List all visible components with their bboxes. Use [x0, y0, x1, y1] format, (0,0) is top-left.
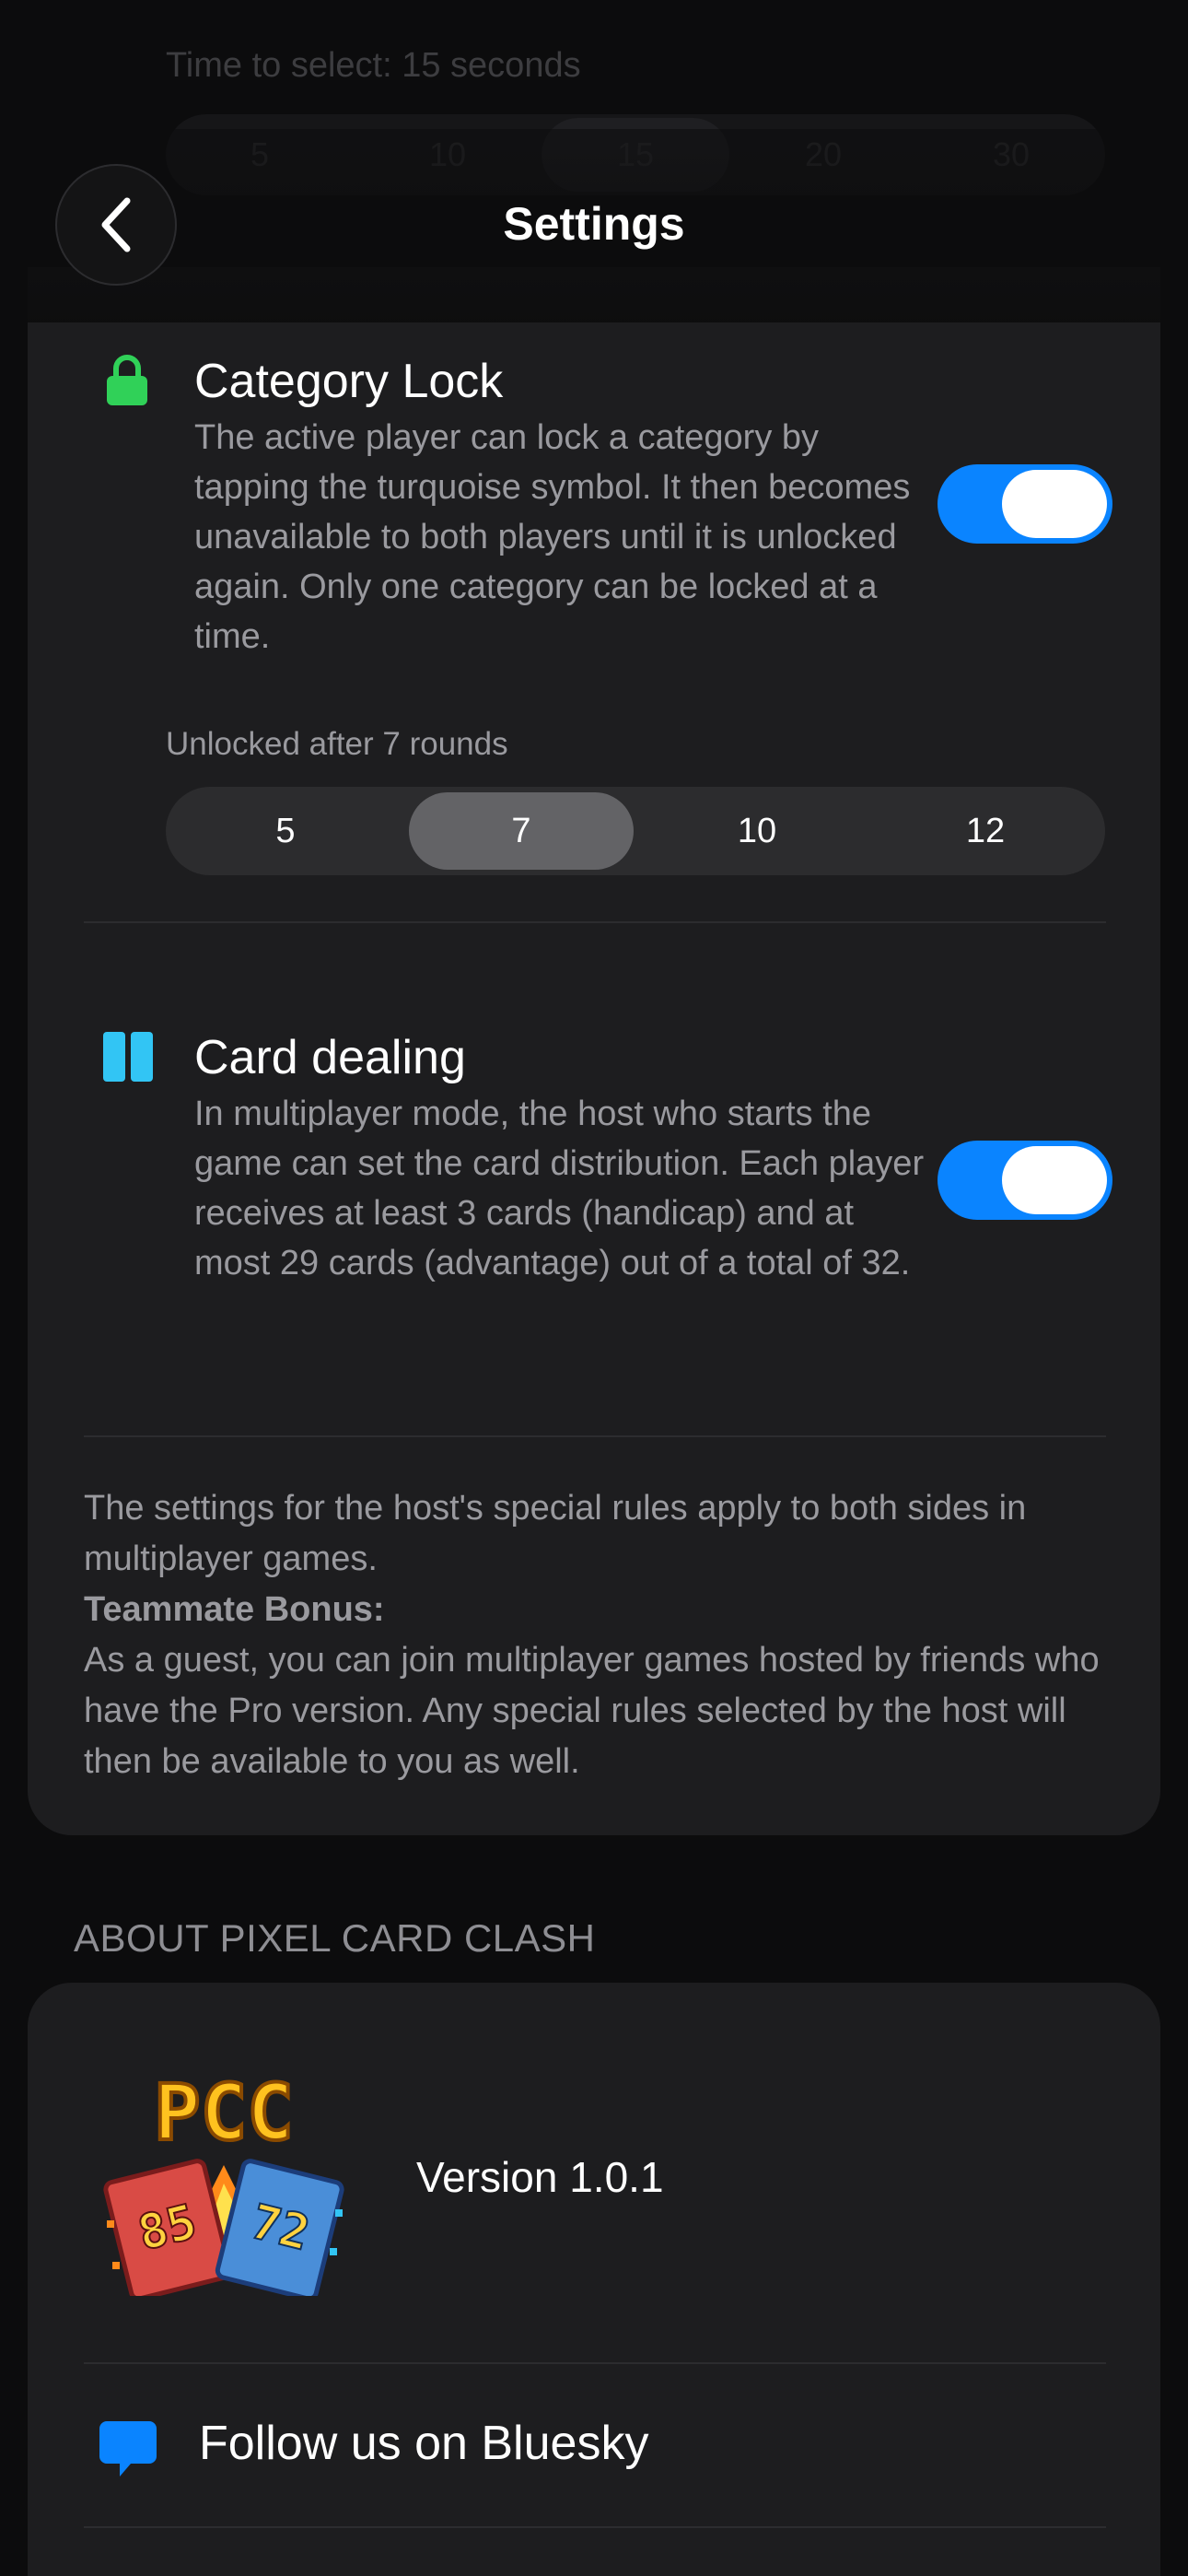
follow-bluesky-label: Follow us on Bluesky	[199, 2417, 649, 2470]
rounds-option-12[interactable]: 12	[871, 792, 1100, 870]
cards-icon	[103, 1032, 153, 1082]
follow-bluesky-link[interactable]: Follow us on Bluesky	[28, 2386, 1160, 2506]
rounds-option-7[interactable]: 7	[409, 792, 634, 870]
category-lock-description: The active player can lock a category by…	[194, 418, 911, 656]
unlock-rounds-label: Unlocked after 7 rounds	[166, 726, 508, 762]
toggle-knob	[1002, 1146, 1107, 1214]
divider	[84, 921, 1106, 923]
about-section-header: ABOUT PIXEL CARD CLASH	[74, 1916, 596, 1960]
category-lock-toggle[interactable]	[938, 464, 1112, 544]
app-version: Version 1.0.1	[416, 2153, 664, 2201]
settings-screen: Time to select: 15 seconds 5 10 15 20 30…	[0, 0, 1188, 2576]
lock-icon	[107, 355, 147, 405]
footer-text-host-rules: The settings for the host's special rule…	[84, 1489, 1027, 1578]
chat-bubble-icon	[99, 2421, 157, 2476]
app-logo: 85 72 PCC	[103, 2066, 344, 2296]
page-title: Settings	[503, 198, 685, 250]
time-select-label: Time to select: 15 seconds	[166, 46, 581, 85]
divider	[84, 2362, 1106, 2364]
unlock-rounds-segmented-control: 5 7 10 12	[166, 787, 1105, 875]
divider	[84, 2526, 1106, 2528]
card-dealing-title: Card dealing	[194, 1031, 466, 1084]
toggle-knob	[1002, 470, 1107, 538]
card-dealing-description: In multiplayer mode, the host who starts…	[194, 1095, 925, 1282]
category-lock-title: Category Lock	[194, 355, 504, 408]
special-rules-footer: The settings for the host's special rule…	[84, 1483, 1115, 1787]
teammate-bonus-heading: Teammate Bonus:	[84, 1590, 385, 1629]
rounds-option-10[interactable]: 10	[643, 792, 871, 870]
footer-text-guest: As a guest, you can join multiplayer gam…	[84, 1641, 1100, 1781]
card-dealing-toggle[interactable]	[938, 1141, 1112, 1220]
divider	[84, 1435, 1106, 1437]
rounds-option-5[interactable]: 5	[171, 792, 400, 870]
logo-text: PCC	[154, 2067, 294, 2158]
